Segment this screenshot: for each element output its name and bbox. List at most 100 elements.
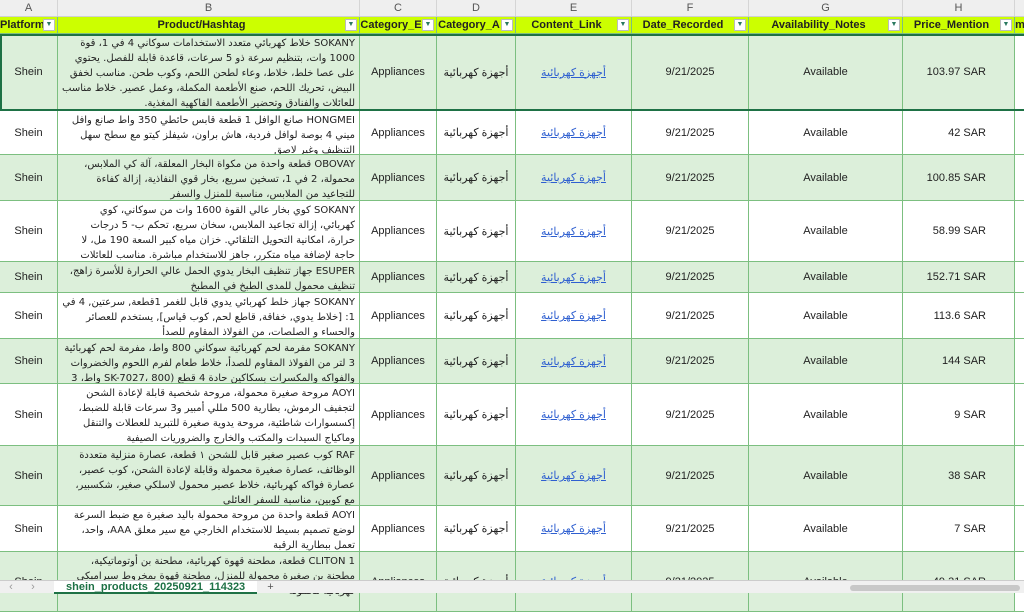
- avail-cell[interactable]: Available: [749, 384, 903, 445]
- avail-cell[interactable]: Available: [749, 155, 903, 200]
- platform-cell[interactable]: Shein: [0, 506, 58, 551]
- price-cell[interactable]: 7 SAR: [903, 506, 1015, 551]
- content-link[interactable]: أجهزة كهربائية: [516, 446, 632, 505]
- filter-dropdown-icon[interactable]: ▼: [422, 19, 434, 31]
- avail-cell[interactable]: Available: [749, 201, 903, 261]
- cat_a-cell[interactable]: أجهزة كهربائية: [437, 34, 516, 110]
- filter-dropdown-icon[interactable]: ▼: [345, 19, 357, 31]
- price-cell[interactable]: 9 SAR: [903, 384, 1015, 445]
- platform-cell[interactable]: Shein: [0, 339, 58, 383]
- filter-dropdown-icon[interactable]: ▼: [734, 19, 746, 31]
- content-link[interactable]: أجهزة كهربائية: [516, 262, 632, 292]
- price-cell[interactable]: 144 SAR: [903, 339, 1015, 383]
- platform-cell[interactable]: Shein: [0, 155, 58, 200]
- avail-cell[interactable]: Available: [749, 506, 903, 551]
- product-cell[interactable]: RAF كوب عصير صغير قابل للشحن ١ قطعة، عصا…: [58, 446, 360, 505]
- price-cell[interactable]: 152.71 SAR: [903, 262, 1015, 292]
- filter-dropdown-icon[interactable]: ▼: [1000, 19, 1012, 31]
- product-cell[interactable]: ESUPER جهاز تنظيف البخار يدوي الحمل عالي…: [58, 262, 360, 292]
- cat_e-cell[interactable]: Appliances: [360, 155, 437, 200]
- filter-dropdown-icon[interactable]: ▼: [501, 19, 513, 31]
- column-letter[interactable]: A: [0, 0, 58, 16]
- content-link[interactable]: أجهزة كهربائية: [516, 34, 632, 110]
- platform-cell[interactable]: Shein: [0, 293, 58, 338]
- date-cell[interactable]: 9/21/2025: [632, 155, 749, 200]
- column-letter[interactable]: D: [437, 0, 516, 16]
- horizontal-scrollbar[interactable]: [850, 585, 1020, 591]
- product-cell[interactable]: SOKANY جهاز خلط كهربائي يدوي قابل للغمر …: [58, 293, 360, 338]
- column-letter[interactable]: C: [360, 0, 437, 16]
- empty-cell[interactable]: [1015, 339, 1024, 383]
- cat_e-cell[interactable]: Appliances: [360, 293, 437, 338]
- content-link[interactable]: أجهزة كهربائية: [516, 384, 632, 445]
- date-cell[interactable]: 9/21/2025: [632, 201, 749, 261]
- price-cell[interactable]: 100.85 SAR: [903, 155, 1015, 200]
- empty-cell[interactable]: [1015, 111, 1024, 154]
- add-sheet-icon[interactable]: +: [267, 581, 273, 593]
- column-letter[interactable]: F: [632, 0, 749, 16]
- header-cell[interactable]: Price_Mention ▼: [903, 17, 1015, 33]
- date-cell[interactable]: 9/21/2025: [632, 34, 749, 110]
- product-cell[interactable]: SOKANY مفرمة لحم كهربائية سوكاني 800 واط…: [58, 339, 360, 383]
- cat_a-cell[interactable]: أجهزة كهربائية: [437, 293, 516, 338]
- content-link[interactable]: أجهزة كهربائية: [516, 111, 632, 154]
- date-cell[interactable]: 9/21/2025: [632, 384, 749, 445]
- cat_e-cell[interactable]: Appliances: [360, 201, 437, 261]
- cat_e-cell[interactable]: Appliances: [360, 339, 437, 383]
- date-cell[interactable]: 9/21/2025: [632, 446, 749, 505]
- empty-cell[interactable]: [1015, 262, 1024, 292]
- date-cell[interactable]: 9/21/2025: [632, 262, 749, 292]
- product-cell[interactable]: OBOVAY قطعة واحدة من مكواة البخار المعلق…: [58, 155, 360, 200]
- empty-cell[interactable]: [1015, 201, 1024, 261]
- empty-cell[interactable]: [1015, 155, 1024, 200]
- date-cell[interactable]: 9/21/2025: [632, 339, 749, 383]
- column-letter[interactable]: E: [516, 0, 632, 16]
- platform-cell[interactable]: Shein: [0, 446, 58, 505]
- cat_a-cell[interactable]: أجهزة كهربائية: [437, 262, 516, 292]
- content-link[interactable]: أجهزة كهربائية: [516, 155, 632, 200]
- platform-cell[interactable]: Shein: [0, 262, 58, 292]
- avail-cell[interactable]: Available: [749, 446, 903, 505]
- content-link[interactable]: أجهزة كهربائية: [516, 293, 632, 338]
- header-cell[interactable]: Category_A ▼: [437, 17, 516, 33]
- platform-cell[interactable]: Shein: [0, 34, 58, 110]
- date-cell[interactable]: 9/21/2025: [632, 293, 749, 338]
- next-sheet-icon[interactable]: ›: [22, 581, 44, 593]
- cat_e-cell[interactable]: Appliances: [360, 446, 437, 505]
- cat_a-cell[interactable]: أجهزة كهربائية: [437, 384, 516, 445]
- platform-cell[interactable]: Shein: [0, 201, 58, 261]
- date-cell[interactable]: 9/21/2025: [632, 111, 749, 154]
- column-letter[interactable]: B: [58, 0, 360, 16]
- price-cell[interactable]: 58.99 SAR: [903, 201, 1015, 261]
- filter-dropdown-icon[interactable]: ▼: [617, 19, 629, 31]
- price-cell[interactable]: 113.6 SAR: [903, 293, 1015, 338]
- cat_a-cell[interactable]: أجهزة كهربائية: [437, 201, 516, 261]
- header-cell[interactable]: Date_Recorded ▼: [632, 17, 749, 33]
- header-cell[interactable]: m: [1015, 17, 1024, 33]
- empty-cell[interactable]: [1015, 506, 1024, 551]
- avail-cell[interactable]: Available: [749, 293, 903, 338]
- avail-cell[interactable]: Available: [749, 262, 903, 292]
- price-cell[interactable]: 42 SAR: [903, 111, 1015, 154]
- header-cell[interactable]: Availability_Notes ▼: [749, 17, 903, 33]
- empty-cell[interactable]: [1015, 293, 1024, 338]
- product-cell[interactable]: AOYI قطعة واحدة من مروحة محمولة باليد صغ…: [58, 506, 360, 551]
- header-cell[interactable]: Content_Link ▼: [516, 17, 632, 33]
- prev-sheet-icon[interactable]: ‹: [0, 581, 22, 593]
- avail-cell[interactable]: Available: [749, 34, 903, 110]
- cat_a-cell[interactable]: أجهزة كهربائية: [437, 446, 516, 505]
- cat_e-cell[interactable]: Appliances: [360, 34, 437, 110]
- cat_e-cell[interactable]: Appliances: [360, 262, 437, 292]
- column-letter[interactable]: I: [1015, 0, 1024, 16]
- platform-cell[interactable]: Shein: [0, 111, 58, 154]
- cat_e-cell[interactable]: Appliances: [360, 111, 437, 154]
- column-letter[interactable]: G: [749, 0, 903, 16]
- header-cell[interactable]: Product/Hashtag ▼: [58, 17, 360, 33]
- avail-cell[interactable]: Available: [749, 111, 903, 154]
- header-cell[interactable]: Platform ▼: [0, 17, 58, 33]
- cat_a-cell[interactable]: أجهزة كهربائية: [437, 155, 516, 200]
- content-link[interactable]: أجهزة كهربائية: [516, 339, 632, 383]
- platform-cell[interactable]: Shein: [0, 384, 58, 445]
- cat_a-cell[interactable]: أجهزة كهربائية: [437, 506, 516, 551]
- column-letter[interactable]: H: [903, 0, 1015, 16]
